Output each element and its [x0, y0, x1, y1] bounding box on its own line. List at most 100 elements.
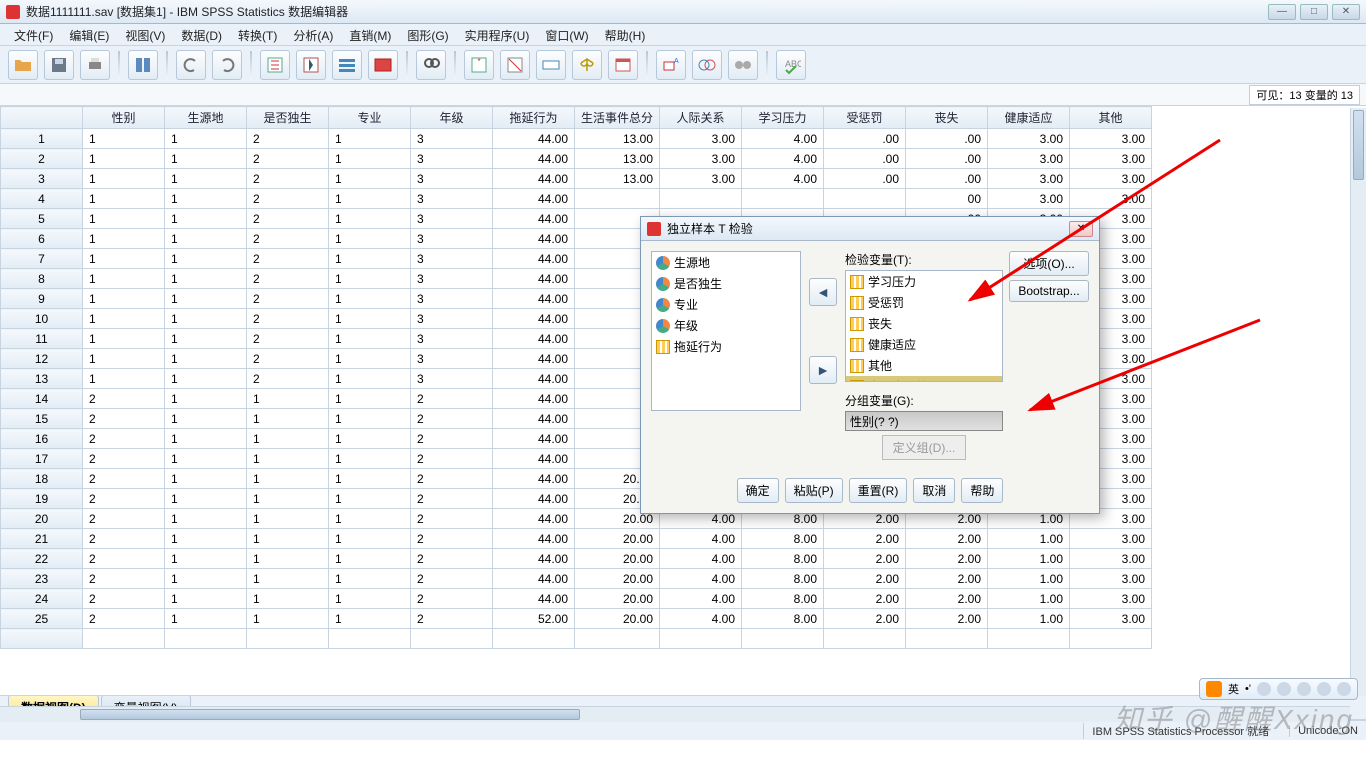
data-cell[interactable]: 8.00: [742, 609, 824, 629]
data-cell[interactable]: 1: [247, 469, 329, 489]
data-cell[interactable]: .00: [824, 169, 906, 189]
data-cell[interactable]: 1: [329, 289, 411, 309]
data-cell[interactable]: 2: [411, 589, 493, 609]
data-cell[interactable]: 1: [83, 309, 165, 329]
data-cell[interactable]: 2: [83, 409, 165, 429]
data-cell[interactable]: .00: [824, 149, 906, 169]
define-groups-button[interactable]: 定义组(D)...: [882, 435, 967, 460]
data-cell[interactable]: 1: [329, 369, 411, 389]
data-cell[interactable]: 2: [247, 289, 329, 309]
variables-icon[interactable]: [332, 50, 362, 80]
data-cell[interactable]: 1: [165, 229, 247, 249]
data-cell[interactable]: 2: [247, 309, 329, 329]
data-cell[interactable]: 44.00: [493, 449, 575, 469]
data-cell[interactable]: 1: [329, 589, 411, 609]
data-cell[interactable]: 13.00: [575, 169, 660, 189]
data-cell[interactable]: 2: [247, 229, 329, 249]
data-cell[interactable]: 1: [165, 429, 247, 449]
data-cell[interactable]: 3.00: [988, 169, 1070, 189]
ime-menu-icon[interactable]: [1337, 682, 1351, 696]
data-cell[interactable]: 2: [83, 389, 165, 409]
data-cell[interactable]: [575, 629, 660, 649]
test-variable-list[interactable]: 学习压力受惩罚丧失健康适应其他生活事件总分: [845, 270, 1003, 382]
move-to-test-button[interactable]: ◄: [809, 278, 837, 306]
run-icon[interactable]: [368, 50, 398, 80]
data-cell[interactable]: 20.00: [575, 529, 660, 549]
row-header[interactable]: 22: [1, 549, 83, 569]
data-cell[interactable]: 2: [247, 269, 329, 289]
data-cell[interactable]: [824, 629, 906, 649]
data-cell[interactable]: 44.00: [493, 269, 575, 289]
data-cell[interactable]: 3: [411, 249, 493, 269]
data-cell[interactable]: 2: [411, 609, 493, 629]
find-icon[interactable]: [416, 50, 446, 80]
menu-item[interactable]: 视图(V): [117, 24, 173, 45]
list-item[interactable]: 学习压力: [846, 271, 1002, 292]
data-cell[interactable]: 4.00: [660, 549, 742, 569]
menu-item[interactable]: 帮助(H): [597, 24, 654, 45]
data-cell[interactable]: 1: [83, 329, 165, 349]
data-cell[interactable]: 44.00: [493, 409, 575, 429]
column-header[interactable]: 专业: [329, 107, 411, 129]
insert-var-icon[interactable]: [500, 50, 530, 80]
data-cell[interactable]: 1: [165, 149, 247, 169]
data-cell[interactable]: 2.00: [824, 569, 906, 589]
data-cell[interactable]: 3.00: [1070, 129, 1152, 149]
data-cell[interactable]: 44.00: [493, 369, 575, 389]
data-cell[interactable]: .00: [906, 169, 988, 189]
ok-button[interactable]: 确定: [737, 478, 779, 503]
data-cell[interactable]: 20.00: [575, 589, 660, 609]
menu-item[interactable]: 文件(F): [6, 24, 61, 45]
data-cell[interactable]: [1070, 629, 1152, 649]
vertical-scrollbar[interactable]: [1350, 108, 1366, 696]
data-cell[interactable]: 1: [329, 389, 411, 409]
row-header[interactable]: 2: [1, 149, 83, 169]
row-header[interactable]: 14: [1, 389, 83, 409]
data-cell[interactable]: [165, 629, 247, 649]
data-cell[interactable]: 1: [329, 229, 411, 249]
row-header[interactable]: 25: [1, 609, 83, 629]
data-cell[interactable]: 2.00: [906, 549, 988, 569]
column-header[interactable]: 人际关系: [660, 107, 742, 129]
data-cell[interactable]: 3: [411, 329, 493, 349]
data-cell[interactable]: 1: [165, 549, 247, 569]
data-cell[interactable]: 2: [247, 169, 329, 189]
data-cell[interactable]: 1: [247, 409, 329, 429]
data-cell[interactable]: 3: [411, 149, 493, 169]
data-cell[interactable]: 3.00: [1070, 189, 1152, 209]
data-cell[interactable]: 20.00: [575, 569, 660, 589]
data-cell[interactable]: 44.00: [493, 429, 575, 449]
grouping-variable-field[interactable]: 性别(? ?): [845, 411, 1003, 431]
data-cell[interactable]: [247, 629, 329, 649]
data-cell[interactable]: 44.00: [493, 229, 575, 249]
list-item[interactable]: 拖延行为: [652, 336, 800, 357]
data-cell[interactable]: 1: [329, 349, 411, 369]
data-cell[interactable]: 1: [83, 269, 165, 289]
data-cell[interactable]: 2.00: [906, 609, 988, 629]
data-cell[interactable]: 2: [247, 209, 329, 229]
data-cell[interactable]: 1: [83, 229, 165, 249]
list-item[interactable]: 是否独生: [652, 273, 800, 294]
data-cell[interactable]: 2.00: [906, 569, 988, 589]
data-cell[interactable]: 52.00: [493, 609, 575, 629]
list-item[interactable]: 生源地: [652, 252, 800, 273]
ime-lang-label[interactable]: 英: [1228, 681, 1239, 697]
data-cell[interactable]: 44.00: [493, 209, 575, 229]
data-cell[interactable]: 3.00: [1070, 589, 1152, 609]
dialog-close-button[interactable]: ✕: [1069, 221, 1093, 237]
data-cell[interactable]: 44.00: [493, 489, 575, 509]
row-header[interactable]: 24: [1, 589, 83, 609]
data-cell[interactable]: 1: [329, 309, 411, 329]
data-cell[interactable]: 1: [83, 369, 165, 389]
data-cell[interactable]: 3.00: [1070, 169, 1152, 189]
row-header[interactable]: 13: [1, 369, 83, 389]
data-cell[interactable]: [411, 629, 493, 649]
data-cell[interactable]: [660, 629, 742, 649]
data-cell[interactable]: 3.00: [1070, 549, 1152, 569]
data-cell[interactable]: 44.00: [493, 129, 575, 149]
data-cell[interactable]: 1: [329, 549, 411, 569]
data-cell[interactable]: 44.00: [493, 529, 575, 549]
data-cell[interactable]: [329, 629, 411, 649]
menu-item[interactable]: 编辑(E): [61, 24, 117, 45]
data-cell[interactable]: 1: [83, 169, 165, 189]
